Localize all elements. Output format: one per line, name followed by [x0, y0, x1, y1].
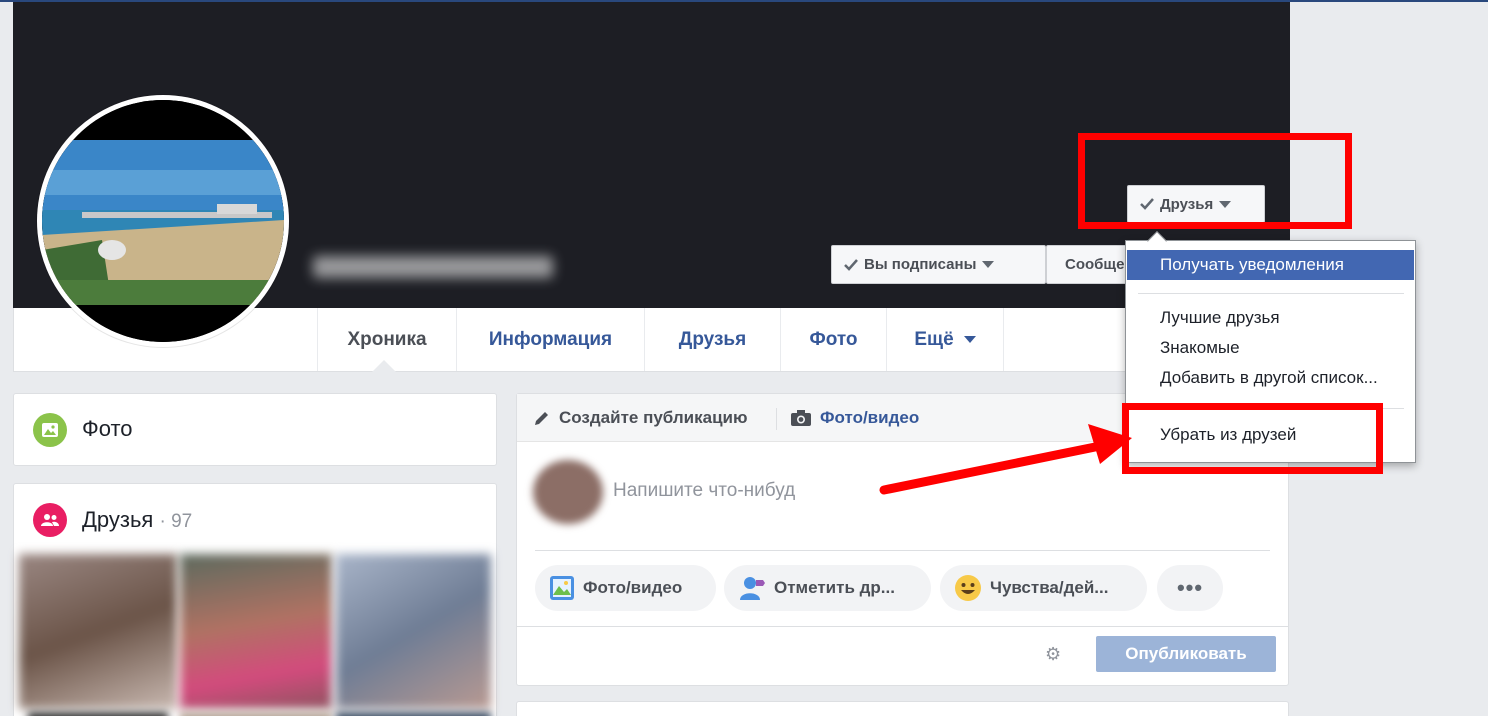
camera-icon	[791, 410, 811, 426]
friends-card-title[interactable]: Друзья · 97	[82, 507, 192, 533]
action-tag-friends[interactable]: Отметить др...	[724, 565, 931, 611]
user-avatar[interactable]	[533, 460, 603, 524]
publish-button[interactable]: Опубликовать	[1096, 636, 1276, 672]
action-feelings[interactable]: Чувства/дей...	[940, 565, 1147, 611]
friend-thumbnail[interactable]	[180, 554, 332, 709]
friends-icon	[33, 503, 67, 537]
caret-down-icon	[982, 261, 995, 268]
message-button[interactable]: Сообщение	[1046, 245, 1128, 284]
action-label: Фото/видео	[583, 578, 683, 597]
annotation-highlight-unfriend	[1122, 403, 1383, 474]
menu-item-acquaintances[interactable]: Знакомые	[1127, 333, 1414, 363]
beach-photo-image	[42, 100, 284, 342]
menu-separator	[1138, 293, 1404, 294]
next-feed-card	[516, 701, 1289, 716]
tab-label: Информация	[488, 328, 613, 350]
header-divider	[776, 408, 777, 430]
subscribed-button[interactable]: Вы подписаны	[831, 245, 1046, 284]
annotation-highlight-friends-button	[1078, 133, 1352, 229]
friend-thumbnail[interactable]	[28, 712, 168, 716]
tag-friend-icon	[740, 577, 765, 600]
friend-thumbnail[interactable]	[336, 554, 491, 709]
post-input-placeholder[interactable]: Напишите что-нибуд	[613, 480, 795, 502]
annotation-arrow	[879, 424, 1132, 495]
tab-label: Друзья	[678, 328, 747, 350]
friends-title-text: Друзья	[82, 507, 154, 532]
photos-card-title[interactable]: Фото	[82, 416, 133, 442]
tab-label: Фото	[809, 328, 858, 350]
create-post-label: Создайте публикацию	[559, 408, 748, 427]
menu-item-close-friends[interactable]: Лучшие друзья	[1127, 303, 1414, 333]
menu-item-add-to-list[interactable]: Добавить в другой список...	[1127, 363, 1414, 393]
action-photo-video[interactable]: Фото/видео	[535, 565, 716, 611]
composer-divider	[535, 550, 1270, 551]
caret-down-icon	[963, 336, 976, 343]
photo-icon	[33, 413, 67, 447]
profile-picture[interactable]	[37, 95, 289, 347]
more-dots-icon: •••	[1176, 575, 1204, 600]
friend-thumbnail[interactable]	[336, 712, 491, 716]
action-label: Чувства/дей...	[990, 578, 1109, 597]
friends-card: Друзья · 97	[13, 483, 497, 716]
friend-thumbnail[interactable]	[19, 554, 177, 709]
photos-card[interactable]: Фото	[13, 393, 497, 466]
subscribed-button-label: Вы подписаны	[864, 256, 977, 273]
profile-name-blurred[interactable]	[313, 250, 558, 284]
smile-icon	[955, 575, 981, 601]
tab-photos[interactable]: Фото	[780, 308, 886, 371]
check-icon	[844, 258, 858, 271]
tab-about[interactable]: Информация	[456, 308, 644, 371]
message-button-label: Сообщение	[1065, 256, 1127, 273]
gear-icon[interactable]: ⚙	[1045, 644, 1061, 665]
tab-label: Ещё	[914, 328, 954, 350]
action-more[interactable]: •••	[1157, 565, 1223, 611]
composer-footer-divider	[517, 626, 1288, 627]
menu-item-get-notifications[interactable]: Получать уведомления	[1127, 250, 1414, 280]
photo-icon	[550, 576, 574, 600]
tab-more[interactable]: Ещё	[886, 308, 1004, 371]
create-post-tab[interactable]: Создайте публикацию	[533, 394, 748, 442]
action-label: Отметить др...	[774, 578, 895, 597]
active-tab-indicator	[372, 360, 396, 372]
friend-thumbnail[interactable]	[180, 712, 332, 716]
friends-count: · 97	[159, 511, 193, 532]
tab-label: Хроника	[347, 328, 427, 350]
tab-friends[interactable]: Друзья	[644, 308, 780, 371]
pencil-icon	[535, 412, 548, 425]
